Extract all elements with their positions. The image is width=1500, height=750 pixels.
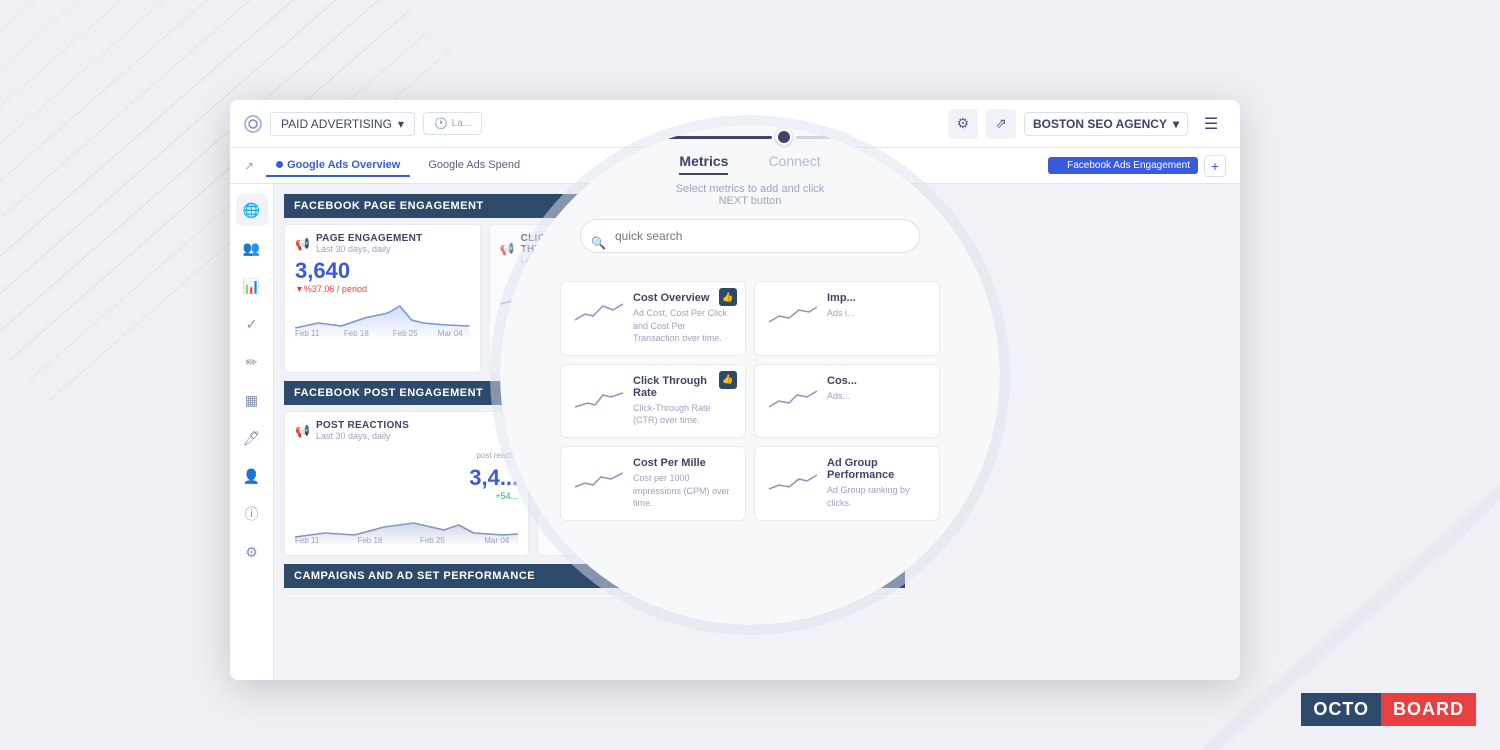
sidebar-icon-pen[interactable]: ✏	[236, 346, 268, 378]
badge-dot	[1056, 162, 1063, 169]
add-tab-button[interactable]: +	[1204, 155, 1226, 177]
metric-item-ad-group[interactable]: Ad Group Performance Ad Group ranking by…	[754, 446, 940, 521]
megaphone-icon-4: 📢	[295, 424, 310, 438]
chevron-down-icon: ▾	[1173, 117, 1179, 131]
chevron-down-icon: ▾	[398, 117, 404, 131]
metric-desc: Ads...	[827, 390, 927, 403]
page-engagement-chart: Feb 11 Feb 18 Feb 25 Mar 04	[295, 298, 470, 338]
paid-icon	[244, 115, 262, 133]
sidebar-icon-chart[interactable]: 📊	[236, 270, 268, 302]
metric-thumb-ad-group	[767, 457, 817, 493]
widget-value: 3,4...	[295, 465, 518, 491]
post-reactions-chart: Feb 11 Feb 18 Feb 25 Mar 04	[295, 505, 518, 545]
widget-post-reactions: 📢 POST REACTIONS Last 30 days, daily pos…	[284, 411, 529, 556]
metric-thumb-cost2	[767, 375, 817, 411]
widget-page-engagement: 📢 PAGE ENGAGEMENT Last 30 days, daily 3,…	[284, 224, 481, 373]
post-label: post react...	[476, 451, 518, 460]
metrics-modal: Metrics Connect Select metrics to add an…	[500, 125, 1000, 625]
search-icon: 🔍	[591, 236, 606, 250]
settings-icon-btn[interactable]: ⚙	[948, 109, 978, 139]
sidebar-icon-globe[interactable]: 🌐	[236, 194, 268, 226]
widget-title: POST REACTIONS	[316, 420, 409, 431]
sidebar-icon-check[interactable]: ✓	[236, 308, 268, 340]
brand-board: BOARD	[1381, 693, 1476, 726]
metric-desc: Ad Cost, Cost Per Click and Cost Per Tra…	[633, 307, 733, 345]
tab-connect[interactable]: Connect	[768, 153, 820, 175]
metric-item-cpm[interactable]: Cost Per Mille Cost per 1000 impressions…	[560, 446, 746, 521]
metric-thumb-cost-overview	[573, 292, 623, 328]
metric-search-input[interactable]	[580, 219, 920, 253]
clock-icon: 🕐	[434, 117, 448, 130]
share-icon-btn[interactable]: ⇗	[986, 109, 1016, 139]
widget-change: ▼%37.06 / period	[295, 284, 470, 294]
chart-label: Feb 18	[357, 536, 382, 545]
tab-right: Facebook Ads Engagement +	[1048, 155, 1226, 177]
sidebar-icon-user[interactable]: 👤	[236, 460, 268, 492]
metric-desc: Ads i...	[827, 307, 927, 320]
widget-subtitle: Last 30 days, daily	[316, 244, 423, 254]
modal-subtitle: Select metrics to add and click NEXT but…	[676, 183, 825, 207]
metric-desc: Click-Through Rate (CTR) over time.	[633, 402, 733, 427]
widget-value: 3,640	[295, 258, 470, 284]
tab-active-dot	[276, 161, 283, 168]
metric-thumb-ctr	[573, 375, 623, 411]
chart-label-mid1: Feb 18	[344, 329, 369, 338]
sidebar-icon-table[interactable]: ▦	[236, 384, 268, 416]
metric-desc: Ad Group ranking by clicks.	[827, 484, 927, 509]
chart-label: Mar 04	[484, 536, 509, 545]
metric-name: Click Through Rate	[633, 375, 733, 399]
metric-thumb-cpm	[573, 457, 623, 493]
chart-label: Feb 25	[420, 536, 445, 545]
megaphone-icon: 📢	[295, 237, 310, 251]
date-dropdown[interactable]: 🕐 La...	[423, 112, 482, 135]
sidebar-icon-pencil2[interactable]: 🖊	[236, 422, 268, 454]
agency-dropdown[interactable]: BOSTON SEO AGENCY ▾	[1024, 112, 1188, 136]
engagement-badge: Facebook Ads Engagement	[1048, 157, 1198, 174]
tab-home-icon: ↗	[244, 159, 254, 173]
modal-search-wrap: 🔍	[580, 219, 920, 267]
metric-name: Cost Per Mille	[633, 457, 733, 469]
tab-google-ads-spend[interactable]: Google Ads Spend	[418, 155, 530, 177]
left-sidebar: 🌐 👥 📊 ✓ ✏ ▦ 🖊 👤 ⓘ ⚙	[230, 184, 274, 680]
sidebar-icon-settings[interactable]: ⚙	[236, 536, 268, 568]
hamburger-menu[interactable]: ☰	[1196, 109, 1226, 139]
metric-name: Ad Group Performance	[827, 457, 927, 481]
metric-thumb-impressions	[767, 292, 817, 328]
chart-label: Feb 11	[295, 536, 319, 545]
metrics-grid: Cost Overview Ad Cost, Cost Per Click an…	[560, 281, 940, 521]
tab-metrics[interactable]: Metrics	[679, 153, 728, 175]
modal-inner: Metrics Connect Select metrics to add an…	[500, 125, 1000, 625]
widget-title: PAGE ENGAGEMENT	[316, 233, 423, 244]
metric-name: Cos...	[827, 375, 927, 387]
metric-item-cost-overview[interactable]: Cost Overview Ad Cost, Cost Per Click an…	[560, 281, 746, 356]
paid-advertising-dropdown[interactable]: PAID ADVERTISING ▾	[270, 112, 415, 136]
widget-subtitle: Last 30 days, daily	[316, 431, 409, 441]
megaphone-icon-2: 📢	[500, 242, 515, 256]
metric-item-cost2[interactable]: Cos... Ads...	[754, 364, 940, 438]
nav-right-controls: ⚙ ⇗ BOSTON SEO AGENCY ▾ ☰	[948, 109, 1226, 139]
metric-name: Imp...	[827, 292, 927, 304]
metric-item-ctr[interactable]: Click Through Rate Click-Through Rate (C…	[560, 364, 746, 438]
modal-tabs: Metrics Connect	[679, 153, 820, 175]
chart-label-mid2: Feb 25	[393, 329, 418, 338]
metric-item-impressions[interactable]: Imp... Ads i...	[754, 281, 940, 356]
chart-label-end: Mar 04	[438, 329, 463, 338]
chart-label-start: Feb 11	[295, 329, 319, 338]
widget-change: +54...	[295, 491, 518, 501]
sidebar-icon-users[interactable]: 👥	[236, 232, 268, 264]
metric-like-icon: 👍	[719, 288, 737, 306]
octoboard-branding: OCTO BOARD	[1301, 693, 1476, 726]
metric-desc: Cost per 1000 impressions (CPM) over tim…	[633, 472, 733, 510]
brand-octo: OCTO	[1301, 693, 1381, 726]
metric-like-icon-2: 👍	[719, 371, 737, 389]
sidebar-icon-info[interactable]: ⓘ	[236, 498, 268, 530]
tab-google-ads-overview[interactable]: Google Ads Overview	[266, 155, 410, 177]
metric-name: Cost Overview	[633, 292, 733, 304]
